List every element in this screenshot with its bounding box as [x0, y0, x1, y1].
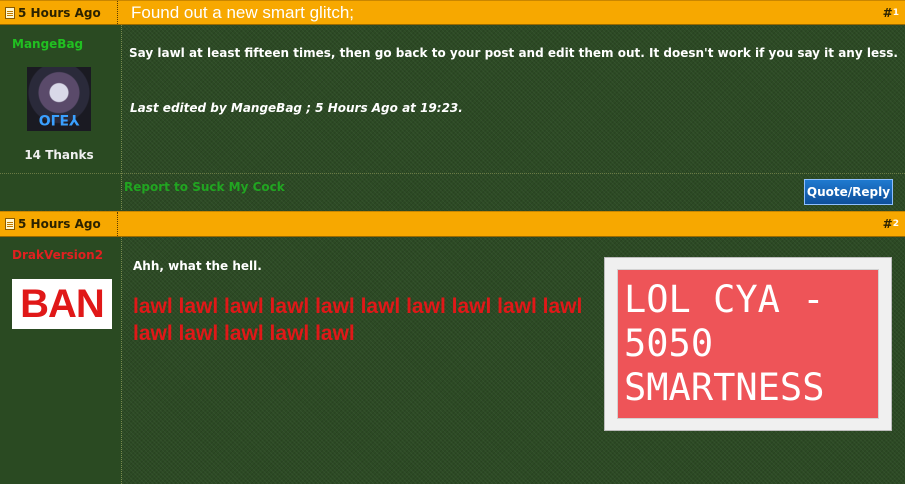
avatar[interactable]: OLEY: [27, 67, 91, 131]
document-icon: [5, 218, 15, 230]
report-link[interactable]: Report to Suck My Cock: [124, 180, 285, 194]
post-2-message: Ahh, what the hell.: [133, 259, 262, 273]
post-2-date: 5 Hours Ago: [0, 212, 118, 236]
quote-reply-button[interactable]: Quote/Reply: [804, 179, 893, 205]
post-2-header: 5 Hours Ago #2: [0, 211, 905, 237]
post-2-username[interactable]: DrakVersion2: [12, 248, 103, 262]
post-2-number-link[interactable]: #2: [883, 212, 899, 236]
thread-title: Found out a new smart glitch;: [131, 2, 355, 22]
ban-badge: BAN: [12, 279, 112, 329]
document-icon: [5, 6, 15, 19]
post-1-footer-divider: [0, 173, 905, 174]
post-2-userinfo: [0, 237, 122, 484]
post-1-date: 5 Hours Ago: [0, 1, 118, 24]
post-1-message: Say lawl at least fifteen times, then go…: [129, 46, 898, 60]
post-1-header: 5 Hours Ago Found out a new smart glitch…: [0, 0, 905, 25]
post-1-edited-note: Last edited by MangeBag ; 5 Hours Ago at…: [130, 101, 463, 115]
embedded-image: LOL CYA - 5050 SMARTNESS: [604, 257, 892, 431]
image-caption: LOL CYA - 5050 SMARTNESS: [617, 269, 879, 419]
lawl-text: lawl lawl lawl lawl lawl lawl lawl lawl …: [133, 295, 583, 345]
thanks-count: 14 Thanks: [24, 148, 94, 162]
post-1-number-link[interactable]: #1: [883, 1, 899, 24]
post-1-username[interactable]: MangeBag: [12, 37, 83, 51]
post-1-userinfo: MangeBag OLEY 14 Thanks: [0, 25, 122, 210]
